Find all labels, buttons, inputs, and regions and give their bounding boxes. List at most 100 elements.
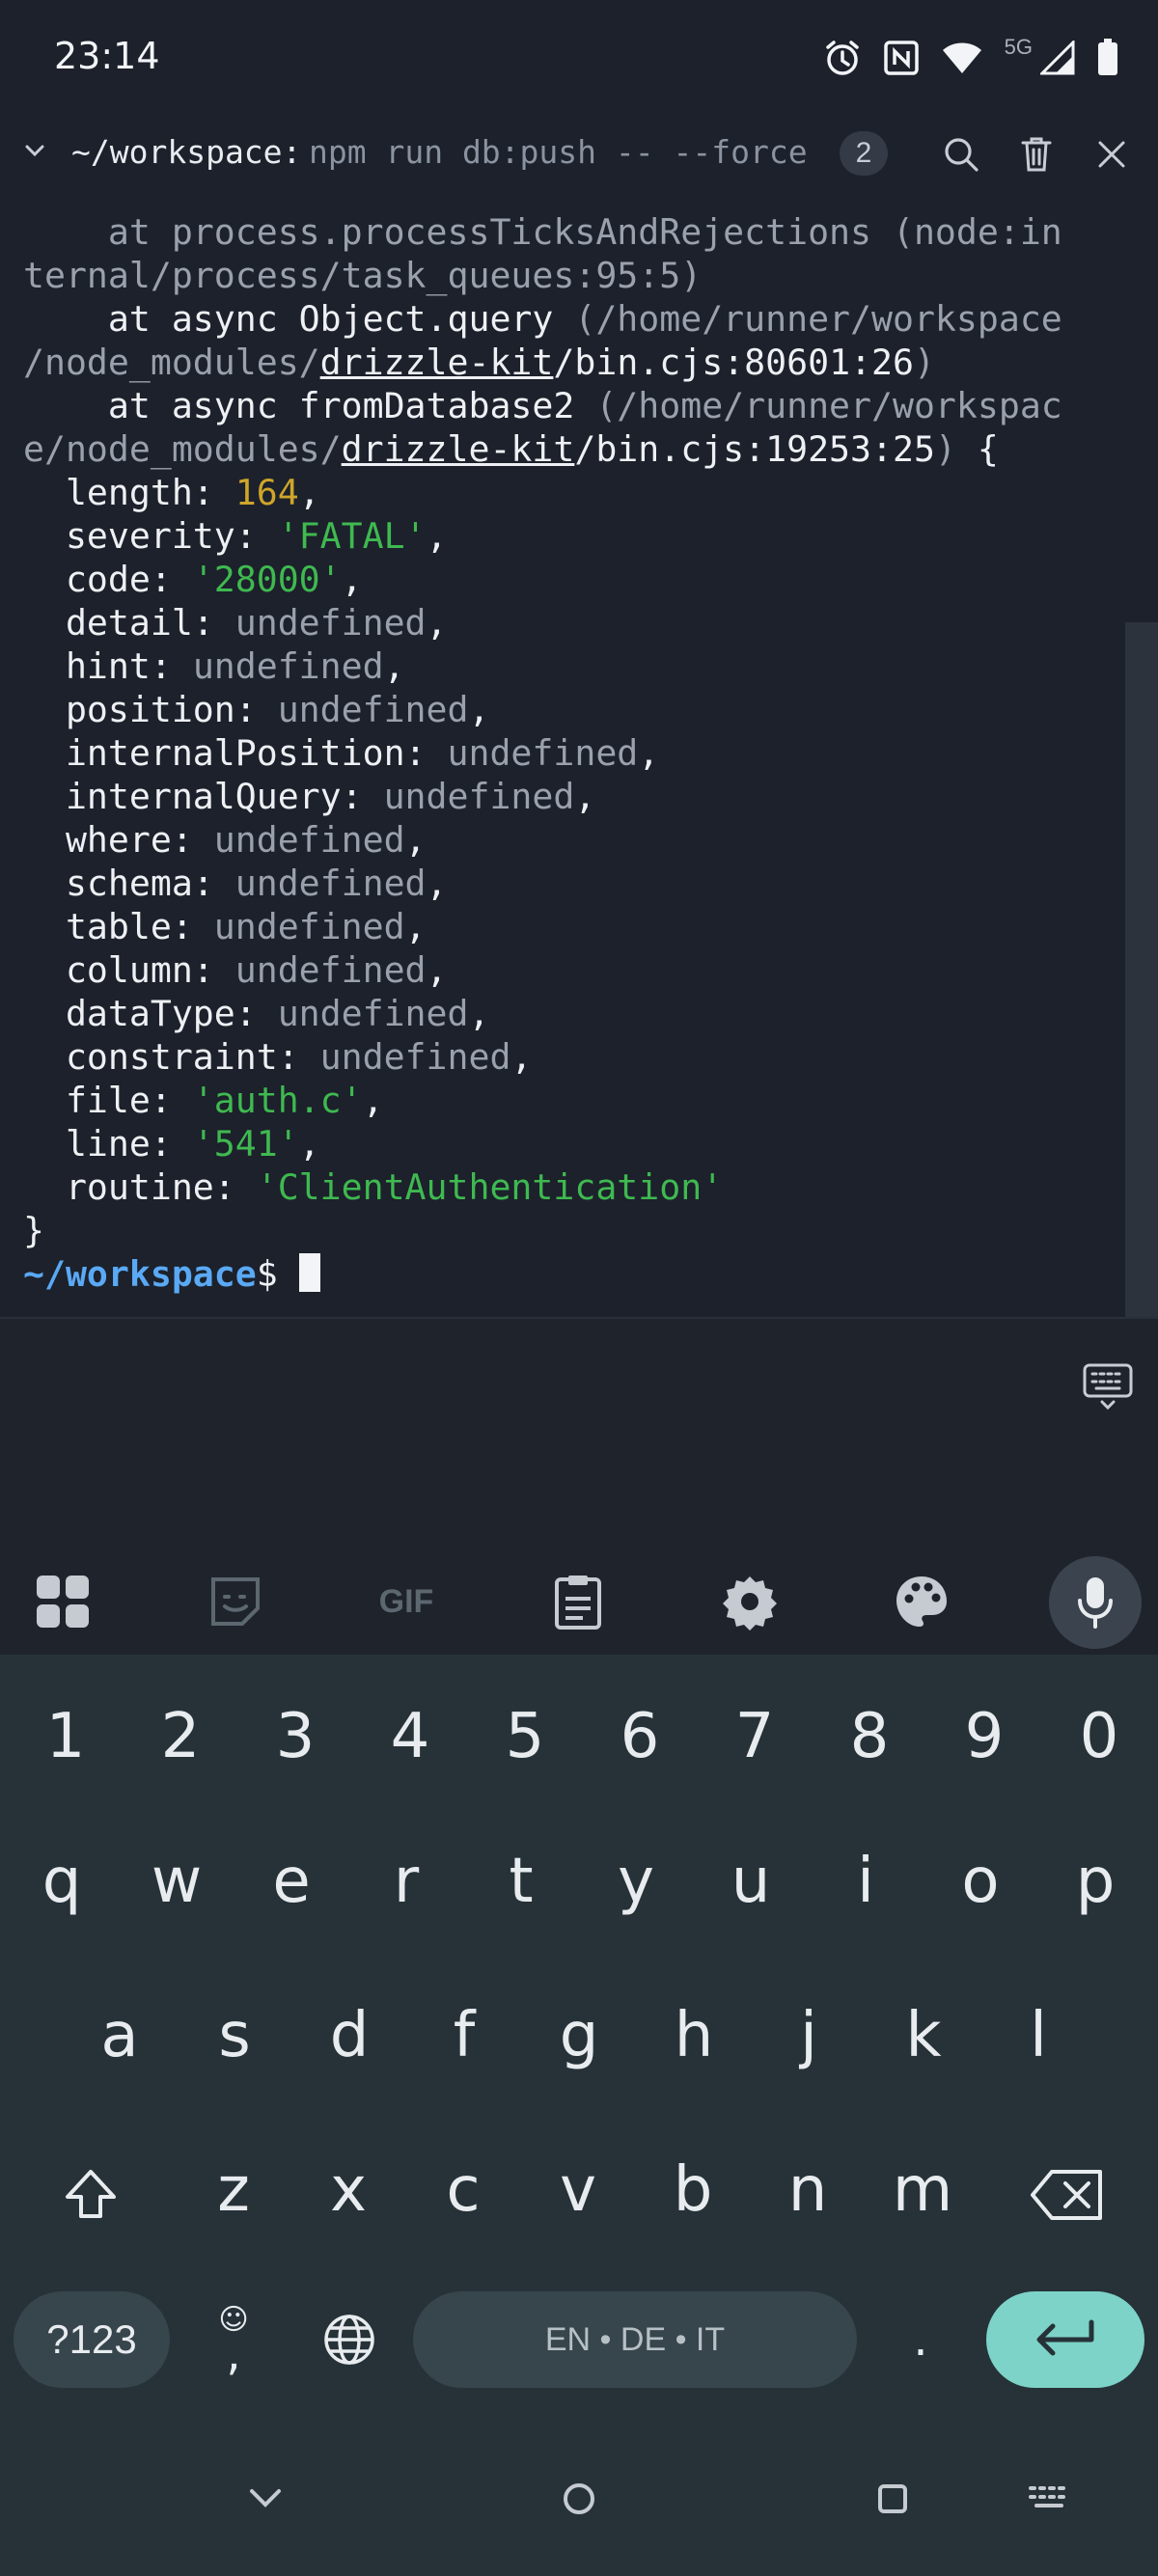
key-4[interactable]: 4 xyxy=(362,1684,458,1790)
key-x[interactable]: x xyxy=(300,2137,397,2243)
keyboard-toggle-button[interactable] xyxy=(1079,1357,1137,1415)
hide-keyboard-button[interactable] xyxy=(232,2465,299,2533)
field-key: internalPosition: xyxy=(23,732,448,774)
navigation-bar xyxy=(0,2426,1158,2576)
error-fields: length: 164, severity: 'FATAL', code: '2… xyxy=(23,472,723,1208)
session-count-badge[interactable]: 2 xyxy=(840,131,888,176)
sticker-icon[interactable] xyxy=(182,1548,289,1655)
key-i[interactable]: i xyxy=(817,1828,914,1934)
key-t[interactable]: t xyxy=(473,1828,569,1934)
shift-icon xyxy=(66,2170,116,2218)
key-z[interactable]: z xyxy=(185,2137,282,2243)
key-5[interactable]: 5 xyxy=(477,1684,573,1790)
prompt-path: ~/workspace xyxy=(23,1253,257,1295)
nfc-icon xyxy=(883,40,920,76)
stack-path: /bin.cjs:80601:26 xyxy=(553,342,914,383)
collapse-chevron-icon[interactable] xyxy=(21,137,48,169)
field-value: undefined xyxy=(234,949,427,991)
keyboard-switch-icon xyxy=(1029,2486,1065,2507)
module-link[interactable]: drizzle-kit xyxy=(320,342,554,383)
terminal-scrollbar[interactable] xyxy=(1125,622,1158,1317)
key-e[interactable]: e xyxy=(243,1828,340,1934)
stack-path: (/home/runner/workspac xyxy=(595,385,1062,426)
field-key: dataType: xyxy=(23,993,278,1034)
field-separator: , xyxy=(383,645,405,687)
settings-icon[interactable] xyxy=(697,1548,803,1655)
key-c[interactable]: c xyxy=(415,2137,511,2243)
key-w[interactable]: w xyxy=(128,1828,225,1934)
key-b[interactable]: b xyxy=(645,2137,741,2243)
field-key: detail: xyxy=(23,602,235,644)
terminal-output[interactable]: at process.processTicksAndRejections (no… xyxy=(0,193,1158,1317)
extra-keys-area xyxy=(0,1317,1158,1548)
key-y[interactable]: y xyxy=(588,1828,684,1934)
apps-icon[interactable] xyxy=(10,1548,116,1655)
key-l[interactable]: l xyxy=(990,1983,1087,2089)
field-value: undefined xyxy=(192,645,384,687)
field-value: undefined xyxy=(234,863,427,904)
stack-path: ) xyxy=(913,342,935,383)
backspace-key[interactable] xyxy=(1021,2147,1114,2243)
key-r[interactable]: r xyxy=(358,1828,455,1934)
gif-button[interactable]: GIF xyxy=(353,1548,459,1655)
key-o[interactable]: o xyxy=(932,1828,1029,1934)
key-6[interactable]: 6 xyxy=(592,1684,688,1790)
key-d[interactable]: d xyxy=(301,1983,398,2089)
key-m[interactable]: m xyxy=(874,2137,971,2243)
key-p[interactable]: p xyxy=(1047,1828,1144,1934)
palette-icon[interactable] xyxy=(868,1548,975,1655)
globe-icon xyxy=(324,2315,374,2365)
mic-button[interactable] xyxy=(1049,1556,1142,1649)
backspace-icon xyxy=(1031,2170,1102,2220)
key-0[interactable]: 0 xyxy=(1051,1684,1147,1790)
key-7[interactable]: 7 xyxy=(706,1684,803,1790)
mic-icon xyxy=(1078,1577,1113,1629)
key-j[interactable]: j xyxy=(760,1983,857,2089)
period-key[interactable]: . xyxy=(876,2291,965,2388)
keyboard-switch-button[interactable] xyxy=(1015,2465,1083,2533)
clear-button[interactable] xyxy=(1011,129,1062,179)
key-1[interactable]: 1 xyxy=(17,1684,114,1790)
key-k[interactable]: k xyxy=(875,1983,972,2089)
alarm-icon xyxy=(823,39,862,77)
terminal-cwd: ~/workspace: xyxy=(71,133,302,171)
shift-key[interactable] xyxy=(44,2147,137,2243)
signal-icon xyxy=(1040,41,1075,75)
key-a[interactable]: a xyxy=(71,1983,168,2089)
key-h[interactable]: h xyxy=(646,1983,742,2089)
key-n[interactable]: n xyxy=(759,2137,856,2243)
key-s[interactable]: s xyxy=(186,1983,283,2089)
field-key: table: xyxy=(23,906,214,947)
field-key: severity: xyxy=(23,515,278,557)
recents-button[interactable] xyxy=(859,2465,926,2533)
field-value: undefined xyxy=(213,906,405,947)
key-2[interactable]: 2 xyxy=(132,1684,229,1790)
key-3[interactable]: 3 xyxy=(247,1684,344,1790)
keyboard-toolbar: GIF xyxy=(0,1548,1158,1655)
space-key[interactable]: EN • DE • IT xyxy=(413,2291,857,2388)
field-value: 'auth.c' xyxy=(192,1080,363,1121)
key-v[interactable]: v xyxy=(530,2137,626,2243)
status-icons: 5G xyxy=(823,35,1119,81)
field-value: undefined xyxy=(447,732,639,774)
key-8[interactable]: 8 xyxy=(821,1684,918,1790)
key-9[interactable]: 9 xyxy=(936,1684,1033,1790)
field-key: line: xyxy=(23,1123,193,1165)
search-button[interactable] xyxy=(936,129,986,179)
clipboard-icon[interactable] xyxy=(525,1548,631,1655)
language-key[interactable] xyxy=(305,2291,394,2388)
key-g[interactable]: g xyxy=(531,1983,627,2089)
module-link[interactable]: drizzle-kit xyxy=(342,428,575,470)
symbols-key[interactable]: ?123 xyxy=(14,2291,170,2388)
key-q[interactable]: q xyxy=(14,1828,110,1934)
key-f[interactable]: f xyxy=(416,1983,512,2089)
key-u[interactable]: u xyxy=(703,1828,799,1934)
home-button[interactable] xyxy=(545,2465,613,2533)
close-button[interactable] xyxy=(1087,129,1137,179)
comma-key[interactable]: ☺ , xyxy=(189,2291,278,2388)
field-separator: , xyxy=(638,732,660,774)
field-value: undefined xyxy=(277,689,469,730)
enter-icon xyxy=(1036,2319,1094,2356)
field-value: 164 xyxy=(234,472,299,513)
enter-key[interactable] xyxy=(986,2291,1144,2388)
